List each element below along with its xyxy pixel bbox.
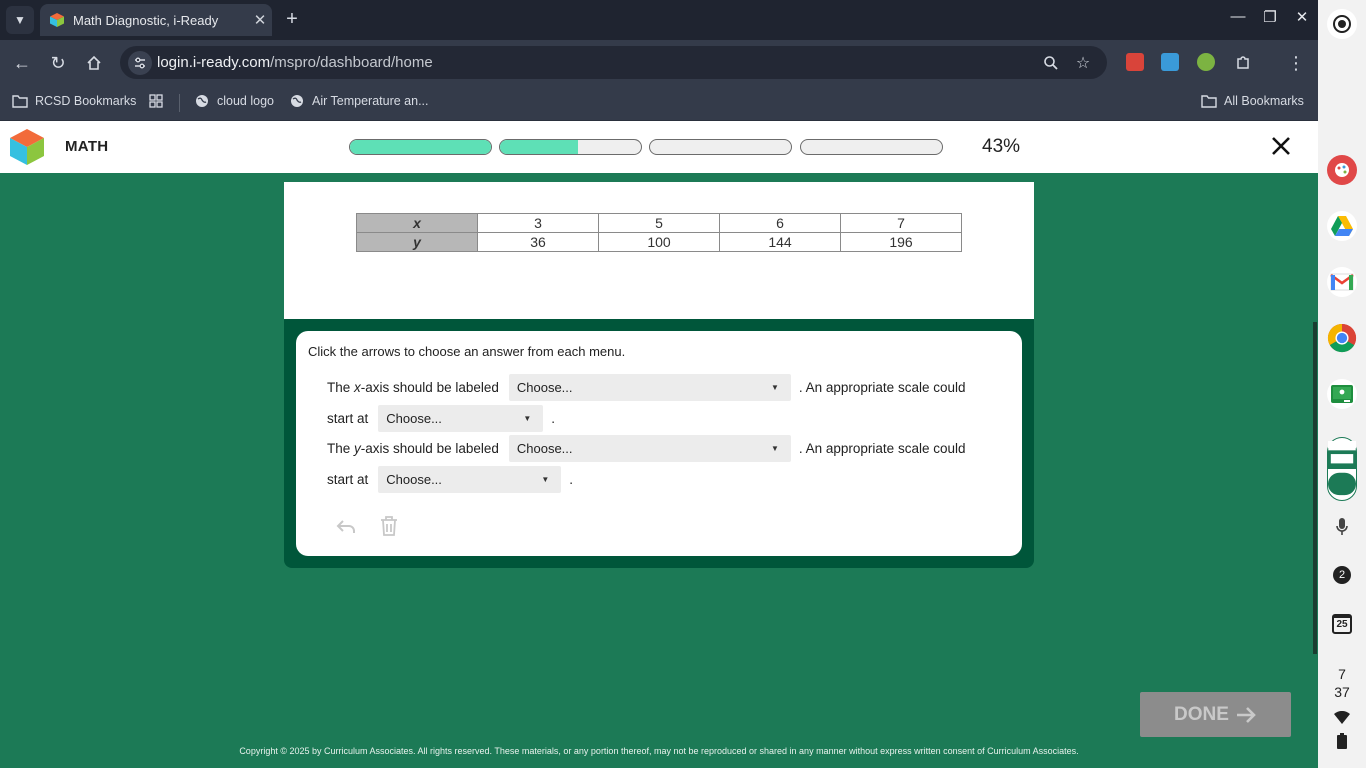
more-menu-icon[interactable]: ⋮: [1284, 51, 1308, 75]
dropdown-arrow-icon: ▼: [541, 475, 550, 484]
bookmark-cloud-logo[interactable]: cloud logo: [194, 93, 274, 109]
site-info-icon[interactable]: [128, 51, 152, 75]
browser-tab-strip: ▼ Math Diagnostic, i-Ready ✕ + — ❐ ✕: [0, 0, 1318, 40]
progress-segment-3: [649, 139, 792, 155]
launcher-icon[interactable]: [1327, 9, 1357, 39]
tab-search-button[interactable]: ▼: [6, 6, 34, 34]
dropdown-arrow-icon: ▼: [770, 444, 779, 453]
folder-icon: [12, 93, 28, 109]
extension-green-icon[interactable]: [1197, 53, 1215, 71]
progress-segment-1: [349, 139, 492, 155]
tab-title: Math Diagnostic, i-Ready: [73, 12, 219, 28]
table-cell: 7: [840, 213, 962, 233]
table-cell: 3: [477, 213, 599, 233]
zoom-search-icon[interactable]: [1041, 53, 1061, 73]
x-axis-label-row: The x -axis should be labeled Choose... ▼…: [327, 374, 965, 401]
apps-grid-icon: [148, 93, 164, 109]
iready-favicon-icon: [50, 13, 64, 27]
address-bar[interactable]: login.i-ready.com/mspro/dashboard/home ☆: [120, 46, 1107, 79]
chevron-down-icon: ▼: [14, 13, 26, 27]
close-tab-icon[interactable]: ✕: [248, 11, 272, 29]
progress-segment-4: [800, 139, 943, 155]
back-arrow-icon[interactable]: ←: [10, 51, 34, 75]
gmail-icon[interactable]: [1327, 267, 1357, 297]
y-axis-label-dropdown[interactable]: Choose... ▼: [508, 435, 791, 462]
table-header-x: x: [356, 213, 478, 233]
bookmark-divider: [179, 94, 180, 112]
folder-icon: [1201, 93, 1217, 109]
progress-percent: 43%: [982, 136, 1021, 157]
y-axis-label-row: The y -axis should be labeled Choose... ▼…: [327, 435, 965, 462]
minimize-icon[interactable]: —: [1228, 8, 1248, 25]
table-cell: 196: [840, 232, 962, 252]
system-shelf: 2 25 7 37: [1318, 0, 1366, 768]
extension-book-icon[interactable]: [1126, 53, 1144, 71]
extensions-puzzle-icon[interactable]: [1231, 51, 1255, 75]
table-header-y: y: [356, 232, 478, 252]
restore-window-icon[interactable]: ❐: [1260, 8, 1280, 26]
arrow-right-icon: [1236, 706, 1256, 723]
canvas-paint-app-icon[interactable]: [1327, 155, 1357, 185]
app-header: MATH 43%: [0, 121, 1318, 173]
undo-icon[interactable]: [334, 514, 358, 538]
new-tab-button[interactable]: +: [282, 8, 302, 30]
bookmarks-bar: RCSD Bookmarks cloud logo Air Temperatur…: [0, 85, 1318, 121]
calendar-day: 25: [1332, 614, 1352, 634]
battery-icon[interactable]: [1327, 726, 1357, 756]
apps-grid-button[interactable]: [148, 93, 171, 109]
table-row: y 36 100 144 196: [356, 232, 962, 252]
url-text: login.i-ready.com/mspro/dashboard/home: [157, 54, 433, 71]
extension-cloud-icon[interactable]: [1161, 53, 1179, 71]
globe-icon: [194, 93, 210, 109]
scrollbar[interactable]: [1313, 322, 1317, 654]
reload-icon[interactable]: ↻: [46, 51, 70, 75]
google-drive-icon[interactable]: [1327, 211, 1357, 241]
clock-minute[interactable]: 37: [1318, 684, 1366, 700]
microphone-icon[interactable]: [1327, 512, 1357, 542]
table-cell: 36: [477, 232, 599, 252]
table-row: x 3 5 6 7: [356, 213, 962, 233]
x-axis-label-dropdown[interactable]: Choose... ▼: [508, 374, 791, 401]
home-icon[interactable]: [82, 51, 106, 75]
table-cell: 144: [719, 232, 841, 252]
x-axis-scale-dropdown[interactable]: Choose... ▼: [378, 405, 544, 432]
notification-badge[interactable]: 2: [1327, 560, 1357, 590]
y-axis-scale-row: start at Choose... ▼ .: [327, 466, 573, 493]
chrome-browser-icon[interactable]: [1327, 323, 1357, 353]
close-icon[interactable]: [1268, 133, 1294, 159]
xy-table: x 3 5 6 7 y 36 100 144 196: [356, 213, 962, 252]
y-axis-scale-dropdown[interactable]: Choose... ▼: [378, 466, 562, 493]
progress-segment-2: [499, 139, 642, 155]
table-cell: 5: [598, 213, 720, 233]
instruction-text: Click the arrows to choose an answer fro…: [308, 344, 626, 359]
question-card: x 3 5 6 7 y 36 100 144 196: [284, 182, 1034, 319]
dropdown-arrow-icon: ▼: [523, 414, 532, 423]
globe-icon: [289, 93, 305, 109]
progress-fill: [500, 140, 578, 154]
table-cell: 6: [719, 213, 841, 233]
bookmark-air-temperature[interactable]: Air Temperature an...: [289, 93, 429, 109]
x-axis-scale-row: start at Choose... ▼ .: [327, 405, 555, 432]
table-cell: 100: [598, 232, 720, 252]
notification-count: 2: [1333, 566, 1351, 584]
iready-logo-icon: [10, 129, 44, 165]
answer-panel: Click the arrows to choose an answer fro…: [284, 319, 1034, 568]
progress-fill: [350, 140, 491, 154]
done-button[interactable]: DONE: [1140, 692, 1291, 737]
clock-hour[interactable]: 7: [1318, 666, 1366, 682]
copyright-footer: Copyright © 2025 by Curriculum Associate…: [239, 746, 1079, 756]
subject-title: MATH: [65, 138, 109, 155]
google-classroom-icon[interactable]: [1327, 379, 1357, 409]
browser-tab[interactable]: Math Diagnostic, i-Ready ✕: [40, 4, 272, 36]
close-window-icon[interactable]: ✕: [1292, 8, 1312, 26]
calendar-icon[interactable]: 25: [1327, 609, 1357, 639]
bookmark-rcsd[interactable]: RCSD Bookmarks: [12, 93, 136, 109]
bookmark-star-icon[interactable]: ☆: [1073, 53, 1093, 73]
browser-toolbar: ← ↻ login.i-ready.com/mspro/dashboard/ho…: [0, 40, 1318, 85]
answer-card: Click the arrows to choose an answer fro…: [296, 331, 1022, 556]
dropdown-arrow-icon: ▼: [770, 383, 779, 392]
app-window-thumbnail-icon[interactable]: [1327, 437, 1357, 501]
all-bookmarks-button[interactable]: All Bookmarks: [1201, 93, 1304, 109]
trash-icon[interactable]: [377, 514, 401, 538]
